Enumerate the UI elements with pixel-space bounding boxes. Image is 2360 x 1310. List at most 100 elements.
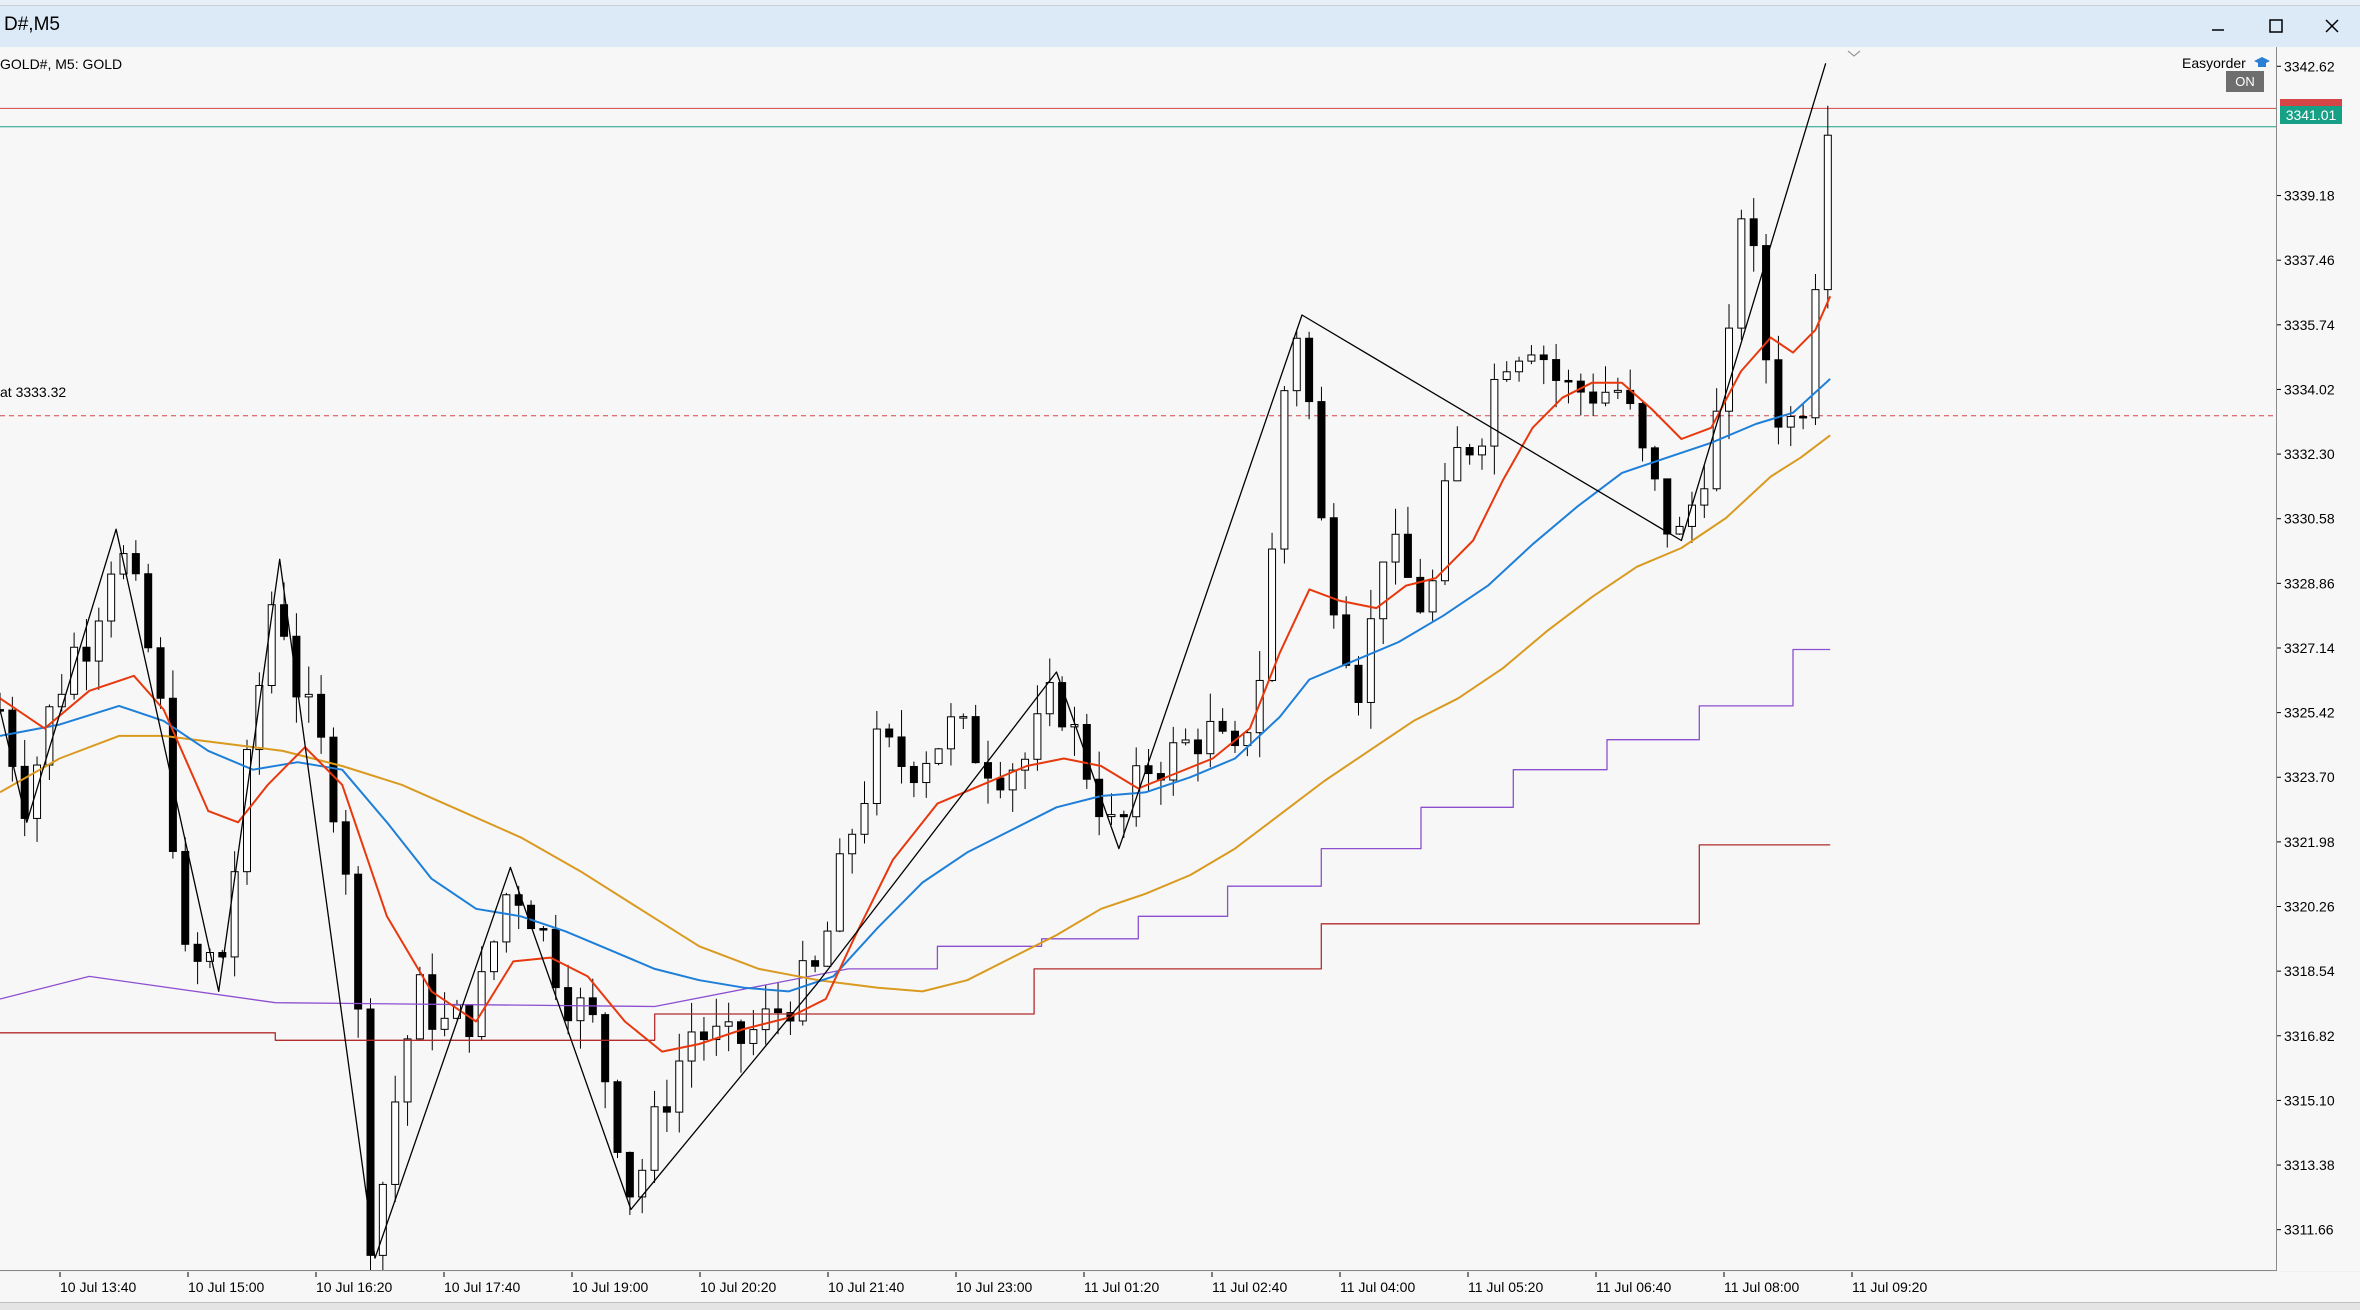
candle-body xyxy=(1601,391,1610,404)
candle-body xyxy=(366,1008,375,1256)
time-tick-label: 11 Jul 02:40 xyxy=(1212,1279,1287,1295)
candle-body xyxy=(1280,390,1289,550)
easyorder-label[interactable]: Easyorder xyxy=(2182,55,2246,71)
candle-body xyxy=(1502,371,1511,380)
candle-body xyxy=(971,716,980,764)
price-tick-label: 3342.62 xyxy=(2284,58,2335,74)
candle-body xyxy=(835,853,844,932)
time-tick-label: 11 Jul 06:40 xyxy=(1596,1279,1671,1295)
candle-body xyxy=(860,803,869,835)
graduation-cap-icon[interactable] xyxy=(2253,56,2271,70)
symbol-label: GOLD#, M5: GOLD xyxy=(0,56,123,72)
candle-body xyxy=(811,960,820,967)
time-tick-label: 10 Jul 17:40 xyxy=(444,1279,520,1295)
candle-body xyxy=(1465,447,1474,456)
time-tick-label: 11 Jul 08:00 xyxy=(1724,1279,1799,1295)
candle-body xyxy=(1268,548,1277,681)
candle-body xyxy=(341,821,350,875)
upper-step-line xyxy=(0,648,1831,1008)
ema-slow-line xyxy=(0,434,1831,993)
candle-body xyxy=(1638,403,1647,449)
maximize-button[interactable] xyxy=(2254,10,2298,42)
candle-body xyxy=(1490,378,1499,447)
candle-body xyxy=(1799,415,1808,419)
candle-body xyxy=(1255,679,1264,734)
candle-body xyxy=(304,693,313,698)
candle-body xyxy=(909,765,918,784)
candle-body xyxy=(699,1031,708,1041)
candle-body xyxy=(1305,337,1314,403)
candle-body xyxy=(737,1021,746,1044)
candle-body xyxy=(539,928,548,931)
candle-body xyxy=(1366,618,1375,703)
price-plot[interactable] xyxy=(0,47,2276,1270)
time-tick-label: 10 Jul 20:20 xyxy=(700,1279,776,1295)
candle-body xyxy=(193,943,202,962)
candle-body xyxy=(662,1106,671,1113)
candle-body xyxy=(1823,134,1832,291)
candle-body xyxy=(1675,525,1684,535)
price-scale[interactable]: 3342.62 3339.18 3337.46 3335.74 3334.02 3332.… xyxy=(2277,47,2360,1271)
candle-body xyxy=(1193,739,1202,755)
candle-body xyxy=(823,930,832,967)
price-tick-label: 3313.38 xyxy=(2284,1157,2335,1173)
candle-body xyxy=(403,1038,412,1103)
candle-body xyxy=(1292,337,1301,392)
candle-body xyxy=(181,850,190,945)
candle-body xyxy=(625,1151,634,1198)
candle-body xyxy=(1700,488,1709,506)
price-tick-label: 3334.02 xyxy=(2284,381,2335,397)
candle-body xyxy=(317,693,326,738)
lower-step-line xyxy=(0,844,1831,1041)
candle-body xyxy=(996,777,1005,791)
price-tick-label: 3323.70 xyxy=(2284,769,2335,785)
candle-body xyxy=(1786,415,1795,428)
candle-body xyxy=(848,833,857,855)
candle-body xyxy=(724,1021,733,1027)
price-tick-label: 3330.58 xyxy=(2284,511,2335,527)
price-axis: 3342.62 3339.18 3337.46 3335.74 3334.02 3332.… xyxy=(2277,58,2335,1238)
candle-body xyxy=(1403,533,1412,578)
candle-body xyxy=(1527,354,1536,362)
candle-body xyxy=(1342,614,1351,666)
candle-body xyxy=(1317,401,1326,519)
candle-body xyxy=(564,987,573,1022)
on-toggle-button[interactable]: ON xyxy=(2226,71,2264,92)
chevron-down-icon xyxy=(1847,50,1861,57)
bid-price-badge: 3341.01 xyxy=(2280,106,2342,124)
time-scale[interactable]: 10 Jul 13:40 10 Jul 15:00 10 Jul 16:20 10 J… xyxy=(0,1272,2360,1302)
time-tick-label: 10 Jul 13:40 xyxy=(60,1279,136,1295)
candle-body xyxy=(1070,724,1079,728)
maximize-icon xyxy=(2269,19,2283,33)
chart-area[interactable] xyxy=(0,47,2277,1271)
candle-body xyxy=(502,894,511,943)
candle-body xyxy=(94,620,103,662)
price-tick-label: 3311.66 xyxy=(2284,1222,2334,1238)
close-button[interactable] xyxy=(2310,10,2354,42)
candle-body xyxy=(20,765,29,819)
minimize-button[interactable] xyxy=(2196,10,2240,42)
price-tick-label: 3316.82 xyxy=(2284,1028,2335,1044)
candle-body xyxy=(354,873,363,1010)
candle-body xyxy=(922,762,931,784)
time-tick-label: 10 Jul 16:20 xyxy=(316,1279,392,1295)
window-title: D#,M5 xyxy=(4,14,60,35)
candle-body xyxy=(934,748,943,764)
candle-body xyxy=(70,646,79,695)
candle-body xyxy=(1107,814,1116,818)
candle-body xyxy=(144,573,153,649)
candle-body xyxy=(1564,379,1573,383)
candle-body xyxy=(1033,713,1042,760)
candle-body xyxy=(107,573,116,622)
time-tick-label: 11 Jul 05:20 xyxy=(1468,1279,1543,1295)
price-tick-label: 3337.46 xyxy=(2284,252,2335,268)
chart-window-titlebar[interactable]: D#,M5 xyxy=(0,6,2360,48)
candle-body xyxy=(230,871,239,958)
candle-body xyxy=(897,736,906,767)
candle-body xyxy=(576,997,585,1022)
candle-body xyxy=(465,1004,474,1038)
candle-body xyxy=(131,553,140,575)
candle-body xyxy=(82,646,91,662)
candle-body xyxy=(1453,447,1462,482)
candle-body xyxy=(440,1017,449,1030)
